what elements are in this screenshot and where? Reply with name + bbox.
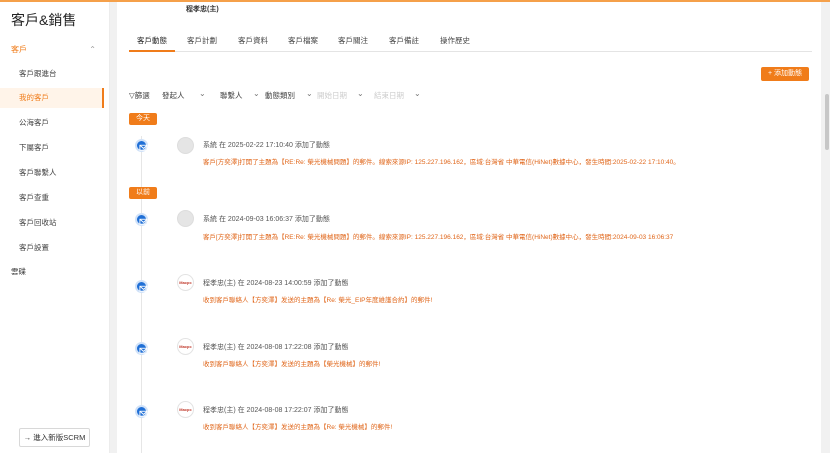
sidebar-item-recycle-bin[interactable]: 客戶回收站 — [0, 213, 104, 233]
sidebar-item-contacts[interactable]: 客戶聯繫人 — [0, 163, 104, 183]
tab-bar: 客戶動態 客戶計劃 客戶資料 客戶檔案 客戶關注 客戶備註 操作歷史 — [129, 30, 812, 52]
chevron-up-icon: ⌃ — [89, 45, 96, 54]
entry-meta: 系統 在 2024-09-03 16:06:37 添加了動態 — [203, 216, 330, 223]
email-icon — [135, 280, 148, 293]
sidebar-item-label: 下屬客戶 — [19, 143, 49, 152]
section-today-badge: 今天 — [129, 113, 157, 125]
entry-body: 客戶[方奕澤]打開了主題為【RE:Re: 榮光機械問題】的郵件。線索來源IP: … — [203, 234, 674, 241]
avatar — [177, 210, 194, 227]
sidebar-item-label: 客戶查重 — [19, 193, 49, 202]
tab-plans[interactable]: 客戶計劃 — [179, 30, 225, 52]
sidebar-group-label: 客戶 — [11, 45, 27, 54]
tab-files[interactable]: 客戶檔案 — [280, 30, 326, 52]
entry-body: 收到客戶聯絡人【方奕澤】发送的主題為【Re: 榮光_EIP年度維護合約】的郵件! — [203, 297, 433, 304]
sidebar-item-label: 客戶跟進台 — [19, 69, 57, 78]
section-earlier-badge: 以前 — [129, 187, 157, 199]
email-icon — [135, 342, 148, 355]
chevron-down-icon[interactable]: ⌄ — [253, 89, 260, 98]
entry-meta: 系統 在 2025-02-22 17:10:40 添加了動態 — [203, 142, 330, 149]
company-logo-avatar: Macpc — [177, 338, 194, 355]
sidebar-group-customer[interactable]: 客戶 ⌃ — [0, 40, 110, 60]
sidebar-item-label: 我的客戶 — [19, 93, 49, 102]
tab-history[interactable]: 操作歷史 — [432, 30, 478, 52]
add-activity-button[interactable]: + 添加動態 — [761, 67, 809, 81]
email-icon — [135, 139, 148, 152]
filter-start-date[interactable]: 開始日期 — [317, 90, 347, 101]
app-title: 客戶&銷售 — [11, 12, 77, 28]
sidebar-item-cloud-disk[interactable]: 雲碟 — [11, 266, 26, 277]
company-logo-avatar: Macpc — [177, 274, 194, 291]
page-scrollbar[interactable] — [824, 2, 830, 453]
tab-activity[interactable]: 客戶動態 — [129, 30, 175, 52]
sidebar-item-label: 客戶設置 — [19, 243, 49, 252]
scrollbar-thumb[interactable] — [825, 94, 829, 150]
company-logo-avatar: Macpc — [177, 401, 194, 418]
entry-meta: 程孝忠(主) 在 2024-08-08 17:22:08 添加了動態 — [203, 344, 349, 351]
filter-end-date[interactable]: 結束日期 — [374, 90, 404, 101]
main-panel: 程孝忠(主) 客戶動態 客戶計劃 客戶資料 客戶檔案 客戶關注 客戶備註 操作歷… — [117, 2, 821, 453]
avatar — [177, 137, 194, 154]
tab-follows[interactable]: 客戶關注 — [330, 30, 376, 52]
filter-bar: ▽篩選 發起人 ⌄ 聯繫人 ⌄ 動態類別 ⌄ 開始日期 ⌄ 結束日期 ⌄ — [129, 88, 809, 104]
sidebar-item-label: 客戶聯繫人 — [19, 168, 57, 177]
tab-info[interactable]: 客戶資料 — [230, 30, 276, 52]
sidebar-item-duplicate-check[interactable]: 客戶查重 — [0, 188, 104, 208]
chevron-down-icon[interactable]: ⌄ — [357, 89, 364, 98]
chevron-down-icon[interactable]: ⌄ — [306, 89, 313, 98]
sidebar: 客戶&銷售 客戶 ⌃ 客戶跟進台 我的客戶 公海客戶 下屬客戶 客戶聯繫人 客戶… — [0, 2, 110, 453]
sidebar-item-my-customers[interactable]: 我的客戶 — [0, 88, 104, 108]
email-icon — [135, 213, 148, 226]
filter-contact[interactable]: 聯繫人 — [220, 90, 243, 101]
entry-meta: 程孝忠(主) 在 2024-08-08 17:22:07 添加了動態 — [203, 407, 349, 414]
owner-label: 程孝忠(主) — [186, 6, 219, 13]
email-icon — [135, 405, 148, 418]
tab-notes[interactable]: 客戶備註 — [381, 30, 427, 52]
sidebar-item-follow-up[interactable]: 客戶跟進台 — [0, 64, 104, 84]
chevron-down-icon[interactable]: ⌄ — [199, 89, 206, 98]
entry-meta: 程孝忠(主) 在 2024-08-23 14:00:59 添加了動態 — [203, 280, 349, 287]
sidebar-item-subordinate[interactable]: 下屬客戶 — [0, 138, 104, 158]
sidebar-item-public-pool[interactable]: 公海客戶 — [0, 113, 104, 133]
entry-body: 客戶[方奕澤]打開了主題為【RE:Re: 榮光機械問題】的郵件。線索來源IP: … — [203, 159, 680, 166]
sidebar-item-settings[interactable]: 客戶設置 — [0, 238, 104, 258]
entry-body: 收到客戶聯絡人【方奕澤】发送的主題為【榮光機械】的郵件! — [203, 361, 381, 368]
new-version-button[interactable]: → 進入新版SCRM — [19, 428, 90, 447]
entry-body: 收到客戶聯絡人【方奕澤】发送的主題為【Re: 榮光機械】的郵件! — [203, 424, 393, 431]
filter-category[interactable]: 動態類別 — [265, 90, 295, 101]
sidebar-item-label: 客戶回收站 — [19, 218, 57, 227]
filter-initiator[interactable]: 發起人 — [162, 90, 185, 101]
chevron-down-icon[interactable]: ⌄ — [414, 89, 421, 98]
sidebar-item-label: 公海客戶 — [19, 118, 49, 127]
filter-label: ▽篩選 — [129, 91, 150, 100]
